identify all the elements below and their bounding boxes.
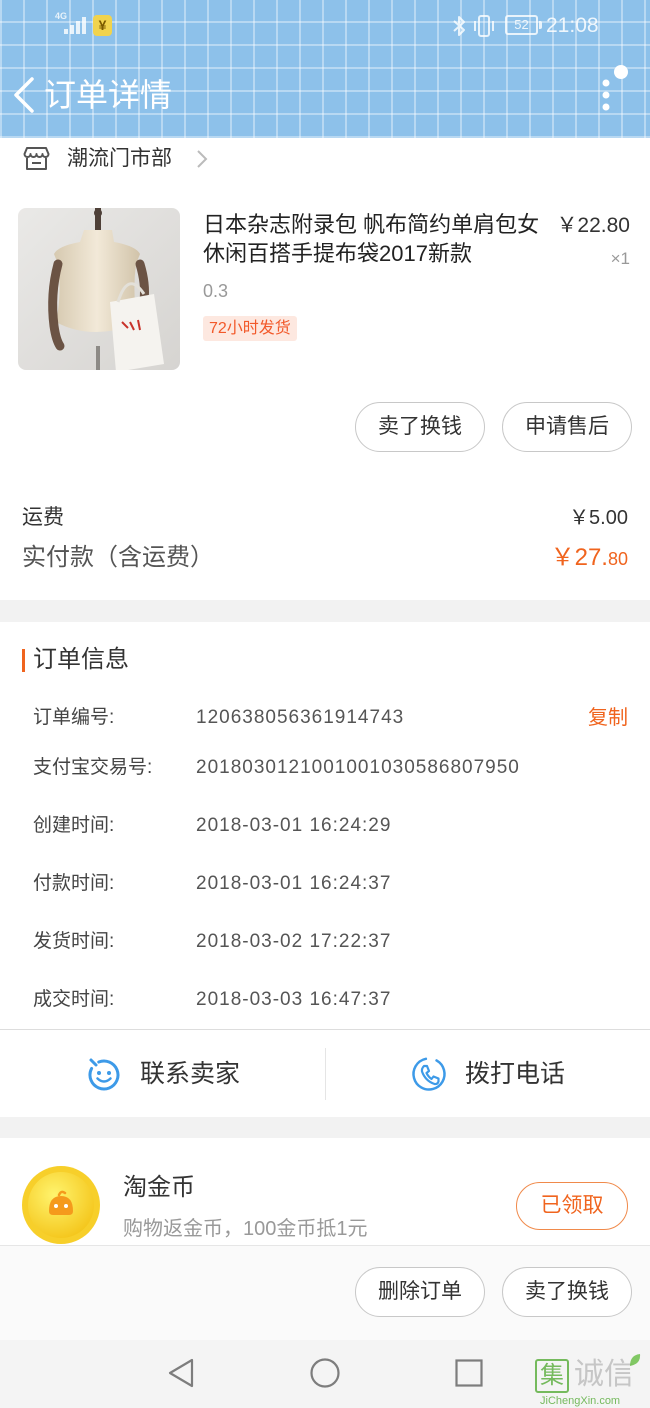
battery-nub [539,21,542,29]
header-bar: 4G ¥ 52 21:08 订单详情 [0,0,650,138]
taobao-coin-card: 淘金币 购物返金币，100金币抵1元 已领取 [0,1138,650,1245]
store-name: 潮流门市部 [67,147,172,170]
info-value: 2018-03-03 16:47:37 [196,989,392,1010]
signal-icon [64,17,86,34]
vibrate-icon [474,15,494,37]
contact-seller-label: 联系卖家 [140,1060,241,1088]
bluetooth-icon [453,16,465,36]
info-label: 创建时间: [33,815,115,836]
product-sku: 0.3 [203,281,229,301]
nav-home-icon[interactable] [310,1358,340,1388]
after-sales-button[interactable]: 申请售后 [502,402,632,452]
info-row-alipay-trade-number: 支付宝交易号: 2018030121001001030586807950 [33,756,593,780]
payment-notification-icon: ¥ [93,15,112,36]
call-phone-button[interactable]: 拨打电话 [326,1030,650,1117]
shipping-fee-value: ￥5.00 [569,507,628,529]
section-separator [0,1117,650,1138]
order-detail-screen: 4G ¥ 52 21:08 订单详情 潮流门市部 日本杂志附录包 帆布简约单肩包… [0,0,650,1408]
battery-icon: 52 [505,15,538,35]
product-title[interactable]: 日本杂志附录包 帆布简约单肩包女休闲百搭手提布袋2017新款 [203,210,541,268]
info-label: 支付宝交易号: [33,757,153,778]
status-time: 21:08 [546,14,599,37]
section-accent-bar [22,649,25,672]
more-menu-button[interactable] [596,75,616,115]
resell-button[interactable]: 卖了换钱 [355,402,485,452]
more-vertical-icon [602,79,610,111]
coin-subtitle: 购物返金币，100金币抵1元 [123,1218,368,1240]
store-link[interactable]: 潮流门市部 [0,138,260,182]
info-row-completed-time: 成交时间: 2018-03-03 16:47:37 [33,988,593,1012]
delete-order-button[interactable]: 删除订单 [355,1267,485,1317]
info-row-paid-time: 付款时间: 2018-03-01 16:24:37 [33,872,593,896]
call-phone-label: 拨打电话 [465,1060,566,1088]
page-title: 订单详情 [44,77,173,113]
total-paid-fraction: 80 [607,549,628,569]
shop-icon [23,147,50,170]
total-paid-value: ￥27.80 [551,542,628,577]
phone-icon [412,1057,446,1091]
info-value: 2018030121001001030586807950 [196,757,520,778]
info-value: 2018-03-01 16:24:37 [196,873,392,894]
section-separator [0,600,650,622]
back-button[interactable] [8,74,40,116]
contact-seller-button[interactable]: 联系卖家 [0,1030,324,1117]
shipping-badge: 72小时发货 [203,316,297,341]
info-value: 2018-03-02 17:22:37 [196,931,392,952]
info-value: 120638056361914743 [196,707,405,728]
info-row-shipped-time: 发货时间: 2018-03-02 17:22:37 [33,930,593,954]
product-image[interactable] [18,208,180,370]
chevron-left-icon [14,77,34,113]
info-label: 发货时间: [33,931,115,952]
product-quantity: ×1 [610,249,630,268]
gold-coin-icon [22,1166,100,1244]
leaf-icon [630,1354,641,1366]
total-paid-integer: ￥27. [550,544,608,571]
product-photo [18,208,180,370]
watermark-logo-mark: 集 [535,1359,569,1393]
info-label: 成交时间: [33,989,115,1010]
coin-title: 淘金币 [123,1174,195,1201]
bottom-action-bar: 删除订单 卖了换钱 [0,1245,650,1340]
total-paid-label: 实付款（含运费） [22,544,214,571]
status-bar: 4G ¥ 52 21:08 [0,0,650,50]
watermark-url: JiChengXin.com [540,1395,621,1407]
info-label: 付款时间: [33,873,115,894]
battery-level: 52 [514,17,529,32]
system-nav-bar: 集 诚信 JiChengXin.com [0,1340,650,1408]
info-row-created-time: 创建时间: 2018-03-01 16:24:29 [33,814,593,838]
order-info-title: 订单信息 [33,646,129,673]
info-value: 2018-03-01 16:24:29 [196,815,392,836]
info-row-order-number: 订单编号: 120638056361914743 [33,706,593,730]
resell-button[interactable]: 卖了换钱 [502,1267,632,1317]
copy-order-number-button[interactable]: 复制 [588,705,628,731]
product-item[interactable]: 日本杂志附录包 帆布简约单肩包女休闲百搭手提布袋2017新款 ￥22.80 ×1… [0,200,650,380]
shipping-fee-label: 运费 [22,506,64,529]
info-label: 订单编号: [33,707,115,728]
nav-back-icon[interactable] [166,1357,196,1389]
chat-smile-icon [88,1058,120,1091]
coin-claimed-button[interactable]: 已领取 [516,1182,628,1230]
product-price: ￥22.80 [556,214,630,237]
chevron-right-icon [197,150,208,168]
notification-dot [614,65,628,79]
nav-recents-icon[interactable] [455,1359,483,1387]
watermark-logo-name: 诚信 [574,1358,634,1391]
